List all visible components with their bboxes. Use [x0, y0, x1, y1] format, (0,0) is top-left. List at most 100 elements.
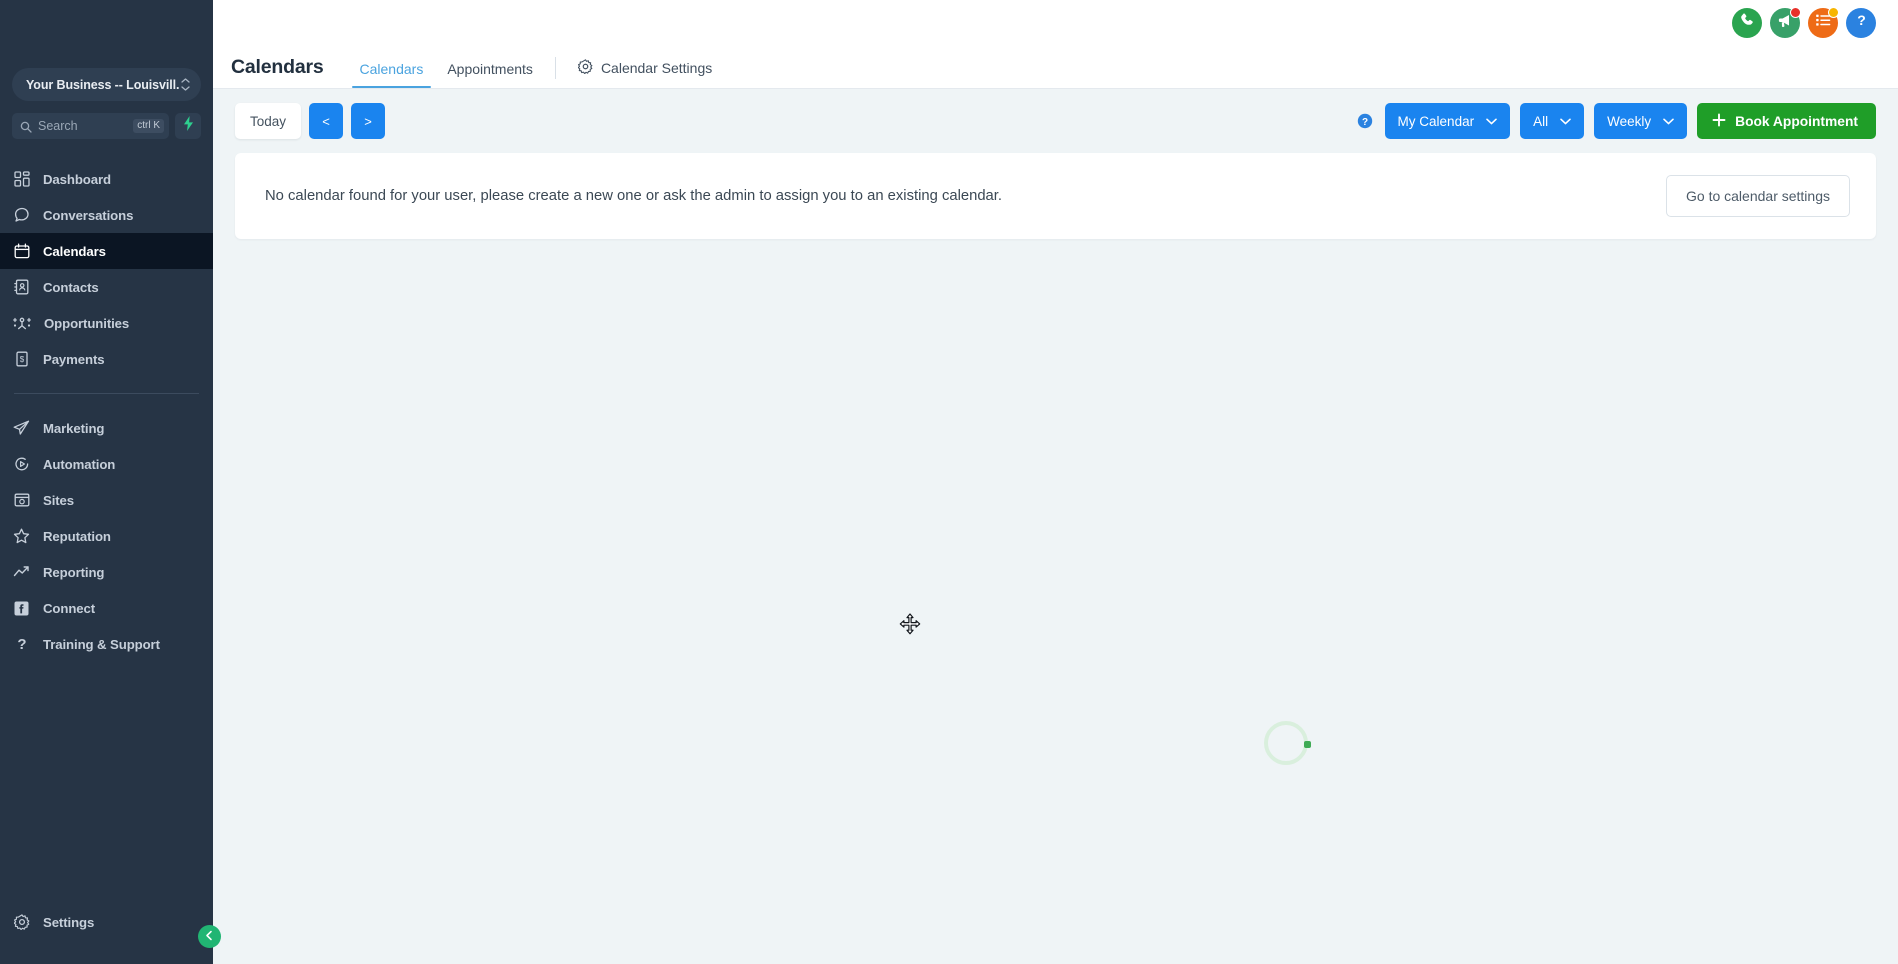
quick-actions-button[interactable]: [175, 113, 201, 139]
today-button[interactable]: Today: [235, 103, 301, 139]
sidebar-item-label: Settings: [43, 914, 95, 930]
move-cursor: [899, 613, 921, 635]
business-selector[interactable]: Your Business -- Louisvill...: [12, 68, 201, 101]
tab-label: Calendar Settings: [600, 60, 713, 76]
tab-separator: [554, 57, 556, 79]
calendar-canvas: [213, 239, 1898, 964]
lightning-bolt-icon: [182, 116, 195, 136]
sidebar-item-label: Conversations: [43, 207, 134, 223]
question-mark-icon: ?: [13, 636, 30, 653]
stepper-up-down-icon: [179, 75, 191, 95]
sidebar-item-settings[interactable]: Settings: [0, 904, 213, 940]
sidebar-item-label: Sites: [43, 492, 75, 508]
toolbar-help-icon[interactable]: ?: [1357, 113, 1373, 129]
paper-plane-icon: [13, 420, 30, 437]
sidebar-nav-primary: Dashboard Conversations Calendars Contac…: [0, 161, 213, 377]
sidebar-collapse-button[interactable]: [198, 925, 221, 948]
sidebar-divider: [14, 393, 199, 394]
sidebar-item-calendars[interactable]: Calendars: [0, 233, 213, 269]
help-question-icon: ?: [1853, 12, 1870, 34]
facebook-icon: [13, 600, 30, 617]
page-title: Calendars: [231, 56, 324, 78]
search-icon: [20, 120, 32, 133]
sidebar-item-conversations[interactable]: Conversations: [0, 197, 213, 233]
sidebar-item-payments[interactable]: $ Payments: [0, 341, 213, 377]
sidebar-search-row: Search ctrl K: [12, 113, 201, 139]
chevron-left-icon: [204, 928, 215, 946]
main-area: ? Calendars Calendars Appointments Calen…: [213, 0, 1898, 964]
business-name: Your Business -- Louisvill...: [26, 77, 179, 92]
phone-icon: [1739, 12, 1755, 33]
view-select-label: Weekly: [1607, 113, 1652, 129]
svg-text:$: $: [19, 355, 24, 364]
search-placeholder: Search: [38, 119, 78, 133]
notice-message: No calendar found for your user, please …: [265, 188, 1003, 204]
filter-select-label: All: [1533, 113, 1549, 129]
sidebar-item-dashboard[interactable]: Dashboard: [0, 161, 213, 197]
sidebar: Your Business -- Louisvill... Search ctr…: [0, 0, 221, 964]
tab-calendar-settings[interactable]: Calendar Settings: [566, 59, 724, 88]
chat-bubble-icon: [13, 207, 30, 224]
sidebar-item-label: Marketing: [43, 420, 105, 436]
sidebar-item-opportunities[interactable]: Opportunities: [0, 305, 213, 341]
sidebar-item-reporting[interactable]: Reporting: [0, 554, 213, 590]
sidebar-item-automation[interactable]: Automation: [0, 446, 213, 482]
top-utility-bar: ?: [213, 0, 1898, 45]
chevron-down-icon: [1560, 118, 1571, 125]
previous-period-button[interactable]: <: [309, 103, 343, 139]
tab-appointments[interactable]: Appointments: [435, 61, 545, 88]
toolbar-left-group: Today < >: [235, 103, 385, 139]
calendar-toolbar: Today < > ? My Calendar All Weekly Book …: [213, 89, 1898, 153]
sidebar-item-label: Automation: [43, 456, 116, 472]
plus-icon: [1712, 113, 1726, 130]
sidebar-item-label: Training & Support: [43, 636, 160, 652]
search-input[interactable]: Search ctrl K: [12, 113, 169, 139]
page-header: Calendars Calendars Appointments Calenda…: [213, 45, 1898, 89]
calendar-icon: [13, 243, 30, 260]
sidebar-item-marketing[interactable]: Marketing: [0, 410, 213, 446]
sidebar-nav-secondary: Marketing Automation Sites Reputation Re…: [0, 410, 213, 662]
tasks-list-icon-button[interactable]: [1808, 6, 1839, 38]
calendar-select-label: My Calendar: [1397, 113, 1475, 129]
megaphone-icon-button[interactable]: [1770, 6, 1801, 38]
sidebar-item-sites[interactable]: Sites: [0, 482, 213, 518]
book-appointment-label: Book Appointment: [1735, 113, 1858, 129]
book-appointment-button[interactable]: Book Appointment: [1697, 103, 1876, 139]
filter-select-dropdown[interactable]: All: [1520, 103, 1585, 139]
go-to-calendar-settings-button[interactable]: Go to calendar settings: [1666, 175, 1850, 217]
sidebar-item-label: Reputation: [43, 528, 111, 544]
calendar-select-dropdown[interactable]: My Calendar: [1384, 103, 1511, 139]
star-icon: [13, 528, 30, 545]
sidebar-item-reputation[interactable]: Reputation: [0, 518, 213, 554]
next-period-button[interactable]: >: [351, 103, 385, 139]
trend-up-icon: [13, 564, 30, 581]
sidebar-item-contacts[interactable]: Contacts: [0, 269, 213, 305]
svg-text:?: ?: [1361, 117, 1367, 128]
sidebar-item-label: Calendars: [43, 243, 106, 259]
sidebar-item-label: Payments: [43, 351, 105, 367]
loading-spinner: [1264, 721, 1311, 765]
svg-text:?: ?: [1857, 12, 1866, 28]
tab-bar: Calendars Appointments Calendar Settings: [348, 45, 725, 88]
sidebar-item-label: Reporting: [43, 564, 105, 580]
sidebar-item-connect[interactable]: Connect: [0, 590, 213, 626]
help-icon-button[interactable]: ?: [1846, 7, 1876, 38]
sites-window-icon: [13, 492, 30, 509]
svg-text:?: ?: [17, 636, 26, 652]
contacts-book-icon: [13, 279, 30, 296]
chevron-down-icon: [1663, 118, 1674, 125]
payments-receipt-icon: $: [13, 351, 30, 368]
search-shortcut-badge: ctrl K: [133, 119, 164, 133]
chevron-down-icon: [1486, 118, 1497, 125]
gear-icon: [13, 914, 30, 931]
tasks-badge: [1828, 6, 1839, 18]
tab-calendars[interactable]: Calendars: [348, 61, 436, 88]
sidebar-item-label: Connect: [43, 600, 96, 616]
view-select-dropdown[interactable]: Weekly: [1594, 103, 1688, 139]
phone-icon-button[interactable]: [1732, 7, 1762, 38]
sidebar-item-label: Contacts: [43, 279, 99, 295]
dashboard-grid-icon: [13, 171, 30, 188]
tab-label: Appointments: [447, 61, 533, 77]
sidebar-item-label: Dashboard: [43, 171, 111, 187]
sidebar-item-training-support[interactable]: ? Training & Support: [0, 626, 213, 662]
